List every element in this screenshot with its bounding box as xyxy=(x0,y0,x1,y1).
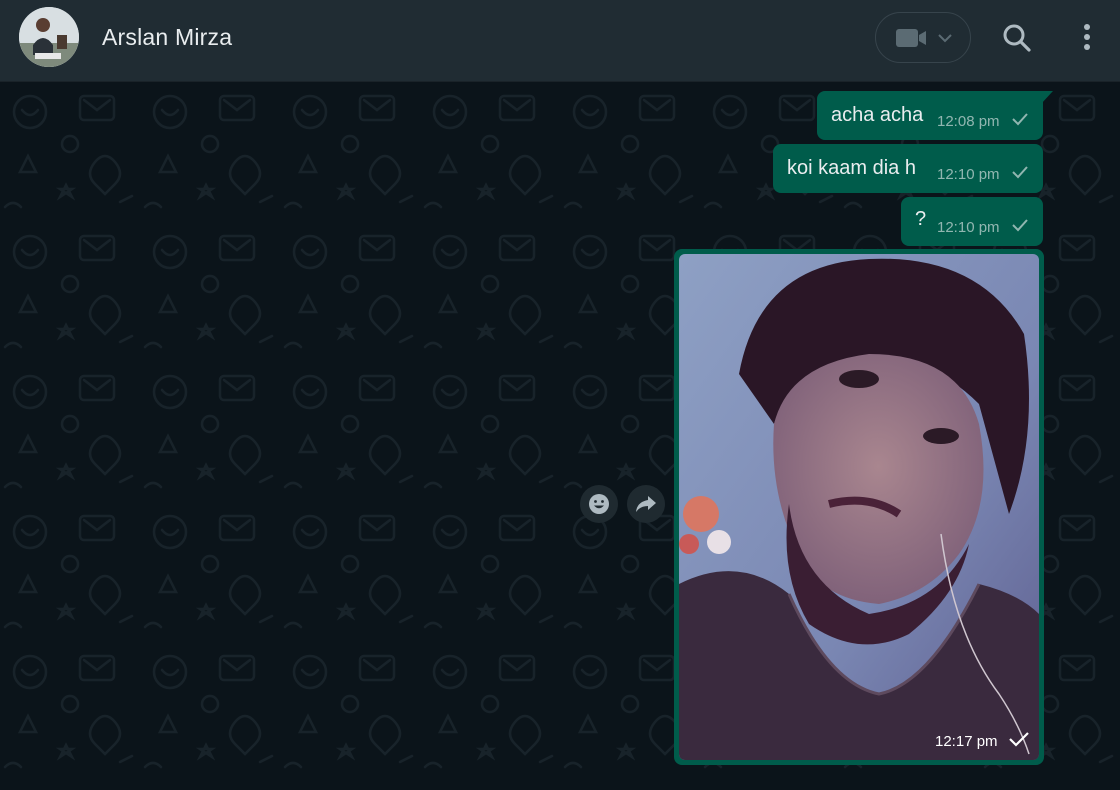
message-time: 12:08 pm xyxy=(937,113,1000,130)
bubble-tail xyxy=(1041,91,1053,104)
video-call-button[interactable] xyxy=(875,12,971,63)
react-button[interactable] xyxy=(580,485,618,523)
message-time: 12:10 pm xyxy=(937,219,1000,236)
photo[interactable] xyxy=(679,254,1039,760)
message-bubble[interactable]: acha acha 12:08 pm xyxy=(817,91,1043,140)
message-time: 12:10 pm xyxy=(937,166,1000,183)
check-icon xyxy=(1012,113,1028,126)
check-icon xyxy=(1012,219,1028,232)
emoji-icon xyxy=(589,494,609,514)
message-text: ? xyxy=(915,208,927,230)
message-time: 12:17 pm xyxy=(935,733,998,750)
message-bubble[interactable]: ? 12:10 pm xyxy=(901,197,1043,246)
video-camera-icon xyxy=(896,29,926,47)
check-icon xyxy=(1012,166,1028,179)
forward-icon xyxy=(636,496,656,512)
more-vertical-icon[interactable] xyxy=(1082,23,1092,53)
contact-avatar[interactable] xyxy=(19,7,79,67)
forward-button[interactable] xyxy=(627,485,665,523)
check-icon xyxy=(1009,732,1029,747)
message-text: koi kaam dia h xyxy=(787,157,916,179)
chat-header: Arslan Mirza xyxy=(0,0,1120,82)
message-bubble[interactable]: koi kaam dia h 12:10 pm xyxy=(773,144,1043,193)
message-text: acha acha xyxy=(831,104,924,126)
search-icon[interactable] xyxy=(1002,23,1032,53)
chevron-down-icon xyxy=(938,34,952,43)
contact-name[interactable]: Arslan Mirza xyxy=(102,24,232,51)
image-message[interactable]: 12:17 pm xyxy=(674,249,1044,765)
chat-area: acha acha 12:08 pm koi kaam dia h 12:10 … xyxy=(0,82,1120,790)
